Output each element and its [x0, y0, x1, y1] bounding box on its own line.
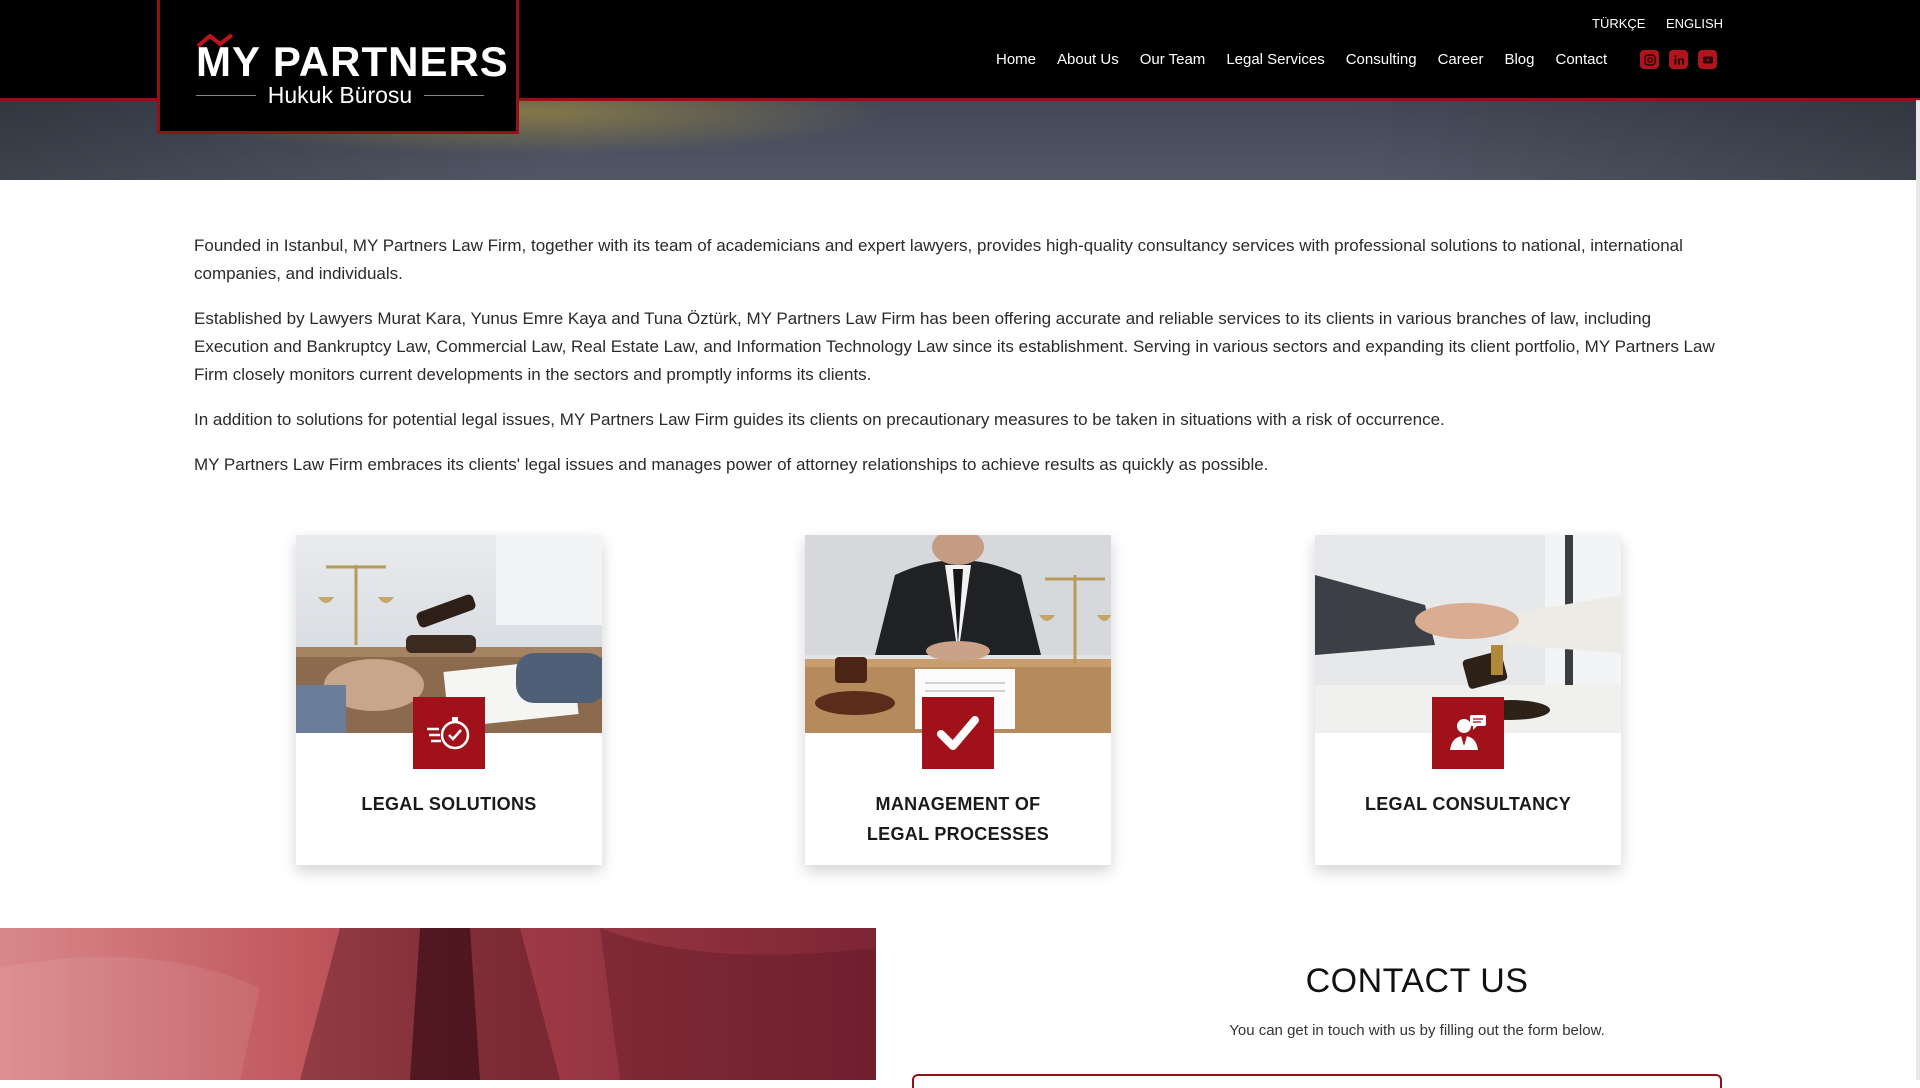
youtube-icon[interactable]: [1698, 50, 1717, 69]
instagram-icon[interactable]: [1640, 50, 1659, 69]
contact-section-photo: [0, 928, 876, 1080]
stopwatch-icon: [427, 717, 470, 750]
intro-text: Founded in Istanbul, MY Partners Law Fir…: [194, 232, 1724, 496]
card-badge: [1432, 697, 1504, 769]
card-badge: [922, 697, 994, 769]
checkmark-icon: [937, 716, 979, 750]
logo-subtitle: Hukuk Bürosu: [267, 81, 413, 108]
nav-home[interactable]: Home: [996, 51, 1036, 68]
contact-title: CONTACT US: [1305, 962, 1529, 1000]
intro-paragraph: In addition to solutions for potential l…: [194, 410, 1445, 429]
nav-about-us[interactable]: About Us: [1057, 51, 1119, 68]
nav-blog[interactable]: Blog: [1504, 51, 1534, 68]
card-title: LEGAL SOLUTIONS: [296, 789, 602, 819]
social-links: [1640, 50, 1717, 69]
card-title-line: MANAGEMENT OF: [875, 794, 1041, 814]
intro-paragraph: Established by Lawyers Murat Kara, Yunus…: [194, 309, 1715, 384]
service-card-management-of-legal-processes[interactable]: MANAGEMENT OF LEGAL PROCESSES: [805, 535, 1111, 865]
contact-form-container: [912, 1074, 1722, 1088]
nav-career[interactable]: Career: [1438, 51, 1484, 68]
linkedin-icon[interactable]: [1669, 50, 1688, 69]
nav-legal-services[interactable]: Legal Services: [1226, 51, 1324, 68]
card-title-line: LEGAL SOLUTIONS: [361, 794, 537, 814]
language-english-link[interactable]: ENGLISH: [1666, 16, 1723, 31]
logo-divider: [424, 94, 484, 96]
card-title-line: LEGAL CONSULTANCY: [1364, 794, 1572, 814]
card-title: MANAGEMENT OF LEGAL PROCESSES: [805, 789, 1111, 849]
nav-contact[interactable]: Contact: [1555, 51, 1607, 68]
card-title-line: LEGAL PROCESSES: [866, 824, 1050, 844]
logo-divider: [196, 94, 256, 96]
intro-paragraph: MY Partners Law Firm embraces its client…: [194, 455, 1269, 474]
nav-consulting[interactable]: Consulting: [1346, 51, 1417, 68]
page-scrollbar-track[interactable]: [1916, 100, 1920, 1080]
intro-paragraph: Founded in Istanbul, MY Partners Law Fir…: [194, 236, 1683, 283]
card-title: LEGAL CONSULTANCY: [1315, 789, 1621, 819]
language-turkce-link[interactable]: TÜRKÇE: [1592, 16, 1645, 31]
contact-subtitle: You can get in touch with us by filling …: [1229, 1022, 1605, 1039]
logo-subtitle-row: Hukuk Bürosu: [196, 82, 484, 108]
main-nav: Home About Us Our Team Legal Services Co…: [996, 51, 1628, 68]
card-badge: [413, 697, 485, 769]
consultant-icon: [1450, 715, 1486, 750]
logo-wordmark: MY PARTNERS: [196, 38, 509, 85]
logo[interactable]: MY PARTNERS Hukuk Bürosu: [157, 0, 519, 134]
nav-our-team[interactable]: Our Team: [1140, 51, 1206, 68]
service-card-legal-consultancy[interactable]: LEGAL CONSULTANCY: [1315, 535, 1621, 865]
service-card-legal-solutions[interactable]: LEGAL SOLUTIONS: [296, 535, 602, 865]
